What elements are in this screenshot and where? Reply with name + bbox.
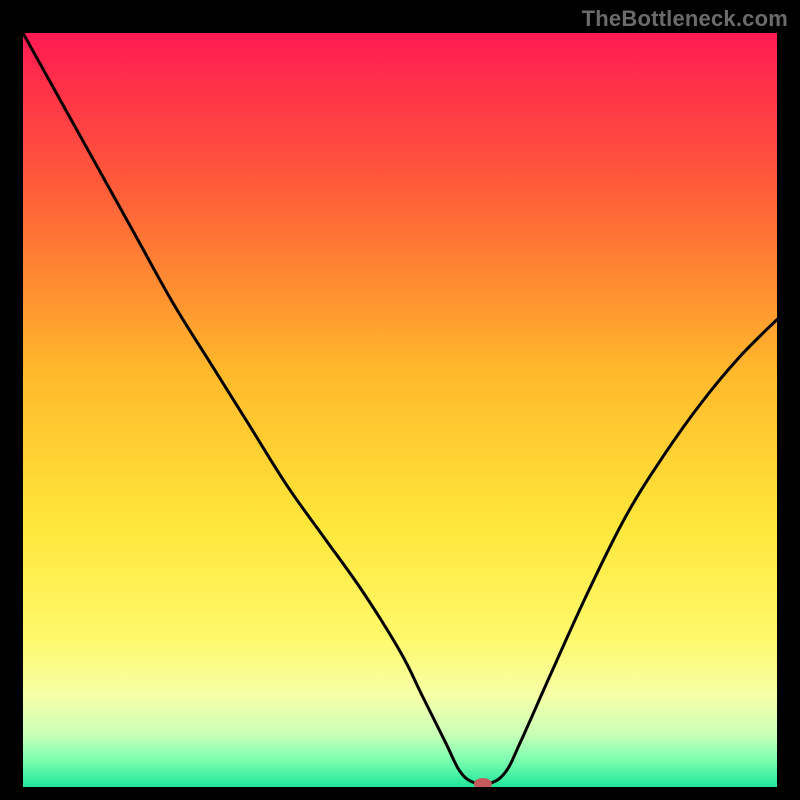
- chart-frame: TheBottleneck.com: [0, 0, 800, 800]
- bottleneck-chart: [23, 33, 777, 787]
- plot-area: [23, 33, 777, 787]
- watermark-label: TheBottleneck.com: [582, 6, 788, 32]
- gradient-background: [23, 33, 777, 787]
